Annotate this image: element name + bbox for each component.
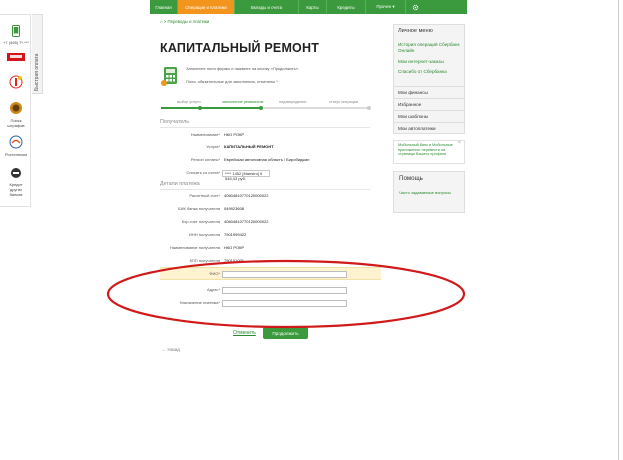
field-label: Кор.счет получателя <box>181 219 220 224</box>
step-fill-details: заполнение реквизитов <box>222 100 264 104</box>
field-label: Услуга* <box>206 144 220 149</box>
bik-row: БИК банка получателя 049923608 <box>160 204 380 214</box>
menu-item-templates[interactable]: Мои шаблоны <box>393 110 465 122</box>
quick-pay-item-3[interactable] <box>3 75 29 90</box>
menu-item-autopayments[interactable]: Мои автоплатежи <box>393 122 465 134</box>
payment-details-header: Детали платежа <box>160 181 200 187</box>
recipient-header: Получатель <box>160 119 189 125</box>
inn-row: ИНН получателя 7901999422 <box>160 230 380 240</box>
field-label: ФИО* <box>209 271 220 276</box>
internet-orders-link[interactable]: Мои интернет-заказы <box>398 59 462 65</box>
mts-logo-icon <box>7 53 25 61</box>
field-value: НКО РОКР <box>224 245 245 250</box>
field-label: КПП получателя <box>189 258 220 263</box>
help-title: Помощь <box>399 175 423 182</box>
nav-item-cards[interactable]: Карты <box>299 0 327 14</box>
quick-pay-item-label: Кредит других банков <box>9 182 23 197</box>
step-dot <box>367 106 371 110</box>
cancel-link[interactable]: Отменить <box>233 330 256 336</box>
field-value: 049923608 <box>224 206 245 211</box>
field-value: КАПИТАЛЬНЫЙ РЕМОНТ <box>224 144 274 149</box>
info-text: Заполните поля формы и нажмите на кнопку… <box>186 66 300 71</box>
field-label: Списать со счета* <box>186 170 220 175</box>
quick-pay-tab-label: Быстрая оплата <box>34 53 40 91</box>
field-label: Наименование получателя <box>169 245 220 250</box>
close-icon[interactable]: × <box>458 140 461 146</box>
rostelecom-icon <box>9 135 23 149</box>
personal-menu-title: Личное меню <box>398 28 433 34</box>
debit-account-select[interactable]: **** 1452 [Maestro] 6 546,43 руб. <box>222 170 270 181</box>
required-fields-note: Поля, обязательные для заполнения, отмеч… <box>186 79 278 84</box>
address-input[interactable] <box>222 287 347 294</box>
settings-button[interactable] <box>406 0 424 14</box>
payment-purpose-input[interactable] <box>222 300 347 307</box>
nav-item-home[interactable]: Главная <box>150 0 178 14</box>
nav-item-credits[interactable]: Кредиты <box>327 0 366 14</box>
divider <box>160 189 370 190</box>
quick-pay-item-label: Ростелеком <box>5 152 27 157</box>
quick-pay-item-mts[interactable] <box>3 53 29 62</box>
divider <box>160 127 370 128</box>
step-dot <box>259 106 263 110</box>
gibdd-emblem-icon <box>10 102 22 114</box>
quick-pay-item-label: +7 (495) 7*-*** <box>3 40 29 45</box>
spasibo-link[interactable]: Спасибо от Сбербанка <box>398 69 462 75</box>
step-select-service: выбор услуги <box>177 100 201 104</box>
top-navigation: Главная Операции и платежи Вклады и счет… <box>150 0 467 14</box>
gear-icon <box>412 4 418 10</box>
debit-account-row: Списать со счета* <box>160 168 380 178</box>
faq-link[interactable]: Часто задаваемые вопросы <box>399 190 457 195</box>
yandex-icon <box>9 75 23 89</box>
quick-pay-tab[interactable]: Быстрая оплата <box>32 14 43 94</box>
phone-icon <box>12 25 20 37</box>
fio-input[interactable] <box>222 271 347 278</box>
steps-progress <box>161 107 261 109</box>
field-value: 40604810770120000022 <box>224 193 269 198</box>
field-label: Регион оплаты* <box>190 157 220 162</box>
field-label: Адрес* <box>206 287 220 292</box>
quick-pay-item-rostelecom[interactable]: Ростелеком <box>3 135 29 157</box>
quick-pay-panel: +7 (495) 7*-*** Поиск штрафов Ростелеком… <box>0 14 31 207</box>
page-title: КАПИТАЛЬНЫЙ РЕМОНТ <box>160 41 320 55</box>
back-link[interactable]: ← Назад <box>162 347 180 352</box>
history-link[interactable]: История операций Сбербанк Онлайн <box>398 42 462 53</box>
menu-item-finances[interactable]: Мои финансы <box>393 86 465 98</box>
field-value: НКО РОКР <box>224 132 245 137</box>
kpp-row: КПП получателя 790101001 <box>160 256 380 266</box>
region-row[interactable]: Регион оплаты* Еврейская автономная обла… <box>160 155 380 165</box>
breadcrumb[interactable]: ⌂ > Переводы и платежи <box>160 19 209 24</box>
step-confirm: подтверждение <box>279 100 307 104</box>
nav-item-other[interactable]: Прочее ▾ <box>366 0 406 14</box>
recipient-name-row: Наименование* НКО РОКР <box>160 130 380 140</box>
field-label: Наименование* <box>190 132 220 137</box>
service-row: Услуга* КАПИТАЛЬНЫЙ РЕМОНТ <box>160 142 380 152</box>
field-label: БИК банка получателя <box>178 206 220 211</box>
quick-pay-item-fines[interactable]: Поиск штрафов <box>3 101 29 128</box>
field-value: 40604810770120000022 <box>224 219 269 224</box>
step-dot <box>198 106 202 110</box>
continue-button[interactable]: Продолжить <box>263 327 308 339</box>
calculator-icon <box>161 67 177 86</box>
field-value: 790101001 <box>224 258 245 263</box>
field-label: Расчетный счет* <box>189 193 220 198</box>
quick-pay-item-credit[interactable]: Кредит других банков <box>3 167 29 197</box>
field-label: ИНН получателя <box>189 232 220 237</box>
quick-pay-item-label: Поиск штрафов <box>7 118 25 128</box>
credit-icon <box>11 168 21 178</box>
field-label: Назначение платежа* <box>179 300 220 305</box>
recipient-fullname-row: Наименование получателя НКО РОКР <box>160 243 380 253</box>
field-value: 7901999422 <box>224 232 247 237</box>
promo-text[interactable]: Мобильный банк и Мобильные приложения: п… <box>398 143 458 157</box>
quick-pay-item-phone[interactable]: +7 (495) 7*-*** <box>3 25 29 45</box>
region-value[interactable]: Еврейская автономная область / Биробиджа… <box>224 157 309 162</box>
step-status: статус операции <box>329 100 359 104</box>
menu-item-favorites[interactable]: Избранное <box>393 98 465 110</box>
frame-edge <box>618 0 619 460</box>
corr-account-row: Кор.счет получателя 40604810770120000022 <box>160 217 380 227</box>
nav-item-operations[interactable]: Операции и платежи <box>178 0 235 14</box>
settlement-account-row: Расчетный счет* 40604810770120000022 <box>160 191 380 201</box>
nav-item-deposits[interactable]: Вклады и счета <box>235 0 299 14</box>
